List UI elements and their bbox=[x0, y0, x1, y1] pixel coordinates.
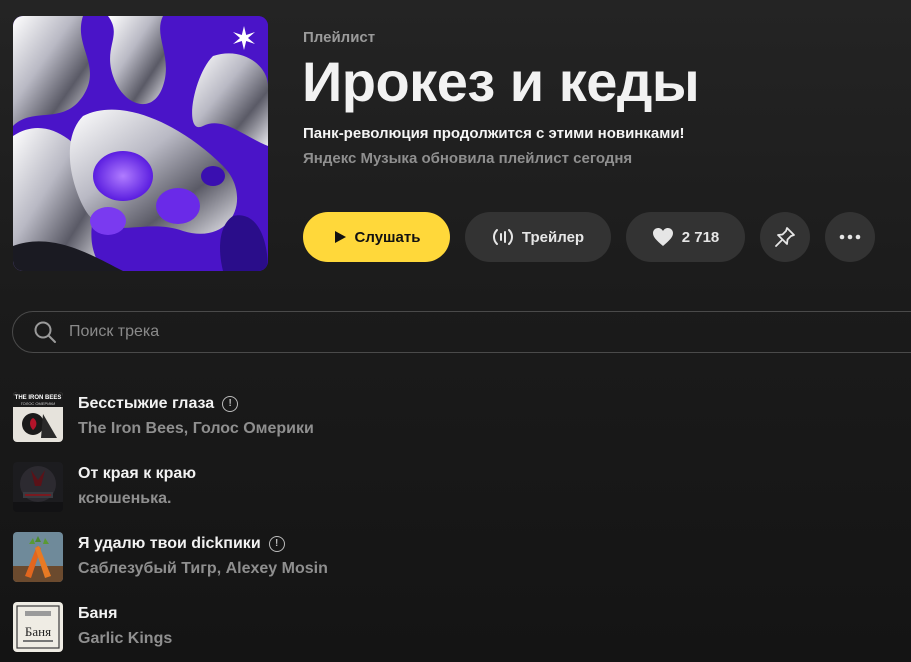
track-row[interactable]: От края к краю ксюшенька. bbox=[13, 462, 893, 532]
track-title-wrap: Я удалю твои dickпики ! bbox=[78, 535, 285, 553]
track-cover: Баня bbox=[13, 602, 63, 652]
page-title: Ирокез и кеды bbox=[302, 50, 700, 113]
playlist-page: Плейлист Ирокез и кеды Панк-революция пр… bbox=[0, 0, 911, 662]
track-cover bbox=[13, 462, 63, 512]
play-button[interactable]: Слушать bbox=[303, 212, 450, 262]
playlist-type-label: Плейлист bbox=[303, 29, 376, 46]
track-title-wrap: Баня bbox=[78, 605, 117, 623]
track-row[interactable]: Баня Баня Garlic Kings bbox=[13, 602, 893, 662]
track-title-wrap: От края к краю bbox=[78, 465, 196, 483]
trailer-button-label: Трейлер bbox=[521, 228, 585, 246]
track-cover: THE IRON BEES ГОЛОС ОМЕРИКИ bbox=[13, 392, 63, 442]
playlist-description: Панк-революция продолжится с этими новин… bbox=[303, 125, 685, 142]
track-title[interactable]: От края к краю bbox=[78, 465, 196, 483]
track-artist[interactable]: The Iron Bees, Голос Омерики bbox=[78, 420, 314, 438]
track-title[interactable]: Я удалю твои dickпики bbox=[78, 535, 261, 553]
track-row[interactable]: THE IRON BEES ГОЛОС ОМЕРИКИ Бесстыжие гл… bbox=[13, 392, 893, 462]
trailer-button[interactable]: Трейлер bbox=[465, 212, 611, 262]
pin-icon bbox=[774, 226, 796, 248]
search-input[interactable] bbox=[69, 323, 669, 341]
play-icon bbox=[333, 230, 347, 244]
more-icon bbox=[839, 234, 861, 240]
track-artist[interactable]: Garlic Kings bbox=[78, 630, 172, 648]
track-title[interactable]: Баня bbox=[78, 605, 117, 623]
track-search bbox=[12, 311, 911, 353]
explicit-icon: ! bbox=[222, 396, 239, 412]
track-cover-text: Баня bbox=[25, 624, 51, 639]
playlist-cover bbox=[13, 16, 268, 271]
track-cover-subtext: ГОЛОС ОМЕРИКИ bbox=[21, 401, 56, 406]
track-title[interactable]: Бесстыжие глаза bbox=[78, 395, 214, 413]
track-cover bbox=[13, 532, 63, 582]
likes-count: 2 718 bbox=[681, 228, 720, 246]
pin-button[interactable] bbox=[760, 212, 810, 262]
trailer-icon bbox=[492, 227, 514, 247]
play-button-label: Слушать bbox=[354, 228, 421, 246]
track-row[interactable]: Я удалю твои dickпики ! Саблезубый Тигр,… bbox=[13, 532, 893, 602]
more-button[interactable] bbox=[825, 212, 875, 262]
track-artist[interactable]: ксюшенька. bbox=[78, 490, 171, 508]
playlist-updated-text: Яндекс Музыка обновила плейлист сегодня bbox=[303, 150, 633, 167]
track-list: THE IRON BEES ГОЛОС ОМЕРИКИ Бесстыжие гл… bbox=[13, 392, 893, 662]
explicit-icon: ! bbox=[268, 536, 285, 552]
track-title-wrap: Бесстыжие глаза ! bbox=[78, 395, 239, 413]
heart-icon bbox=[652, 227, 674, 247]
like-button[interactable]: 2 718 bbox=[626, 212, 745, 262]
track-artist[interactable]: Саблезубый Тигр, Alexey Mosin bbox=[78, 560, 328, 578]
search-icon bbox=[33, 320, 57, 344]
